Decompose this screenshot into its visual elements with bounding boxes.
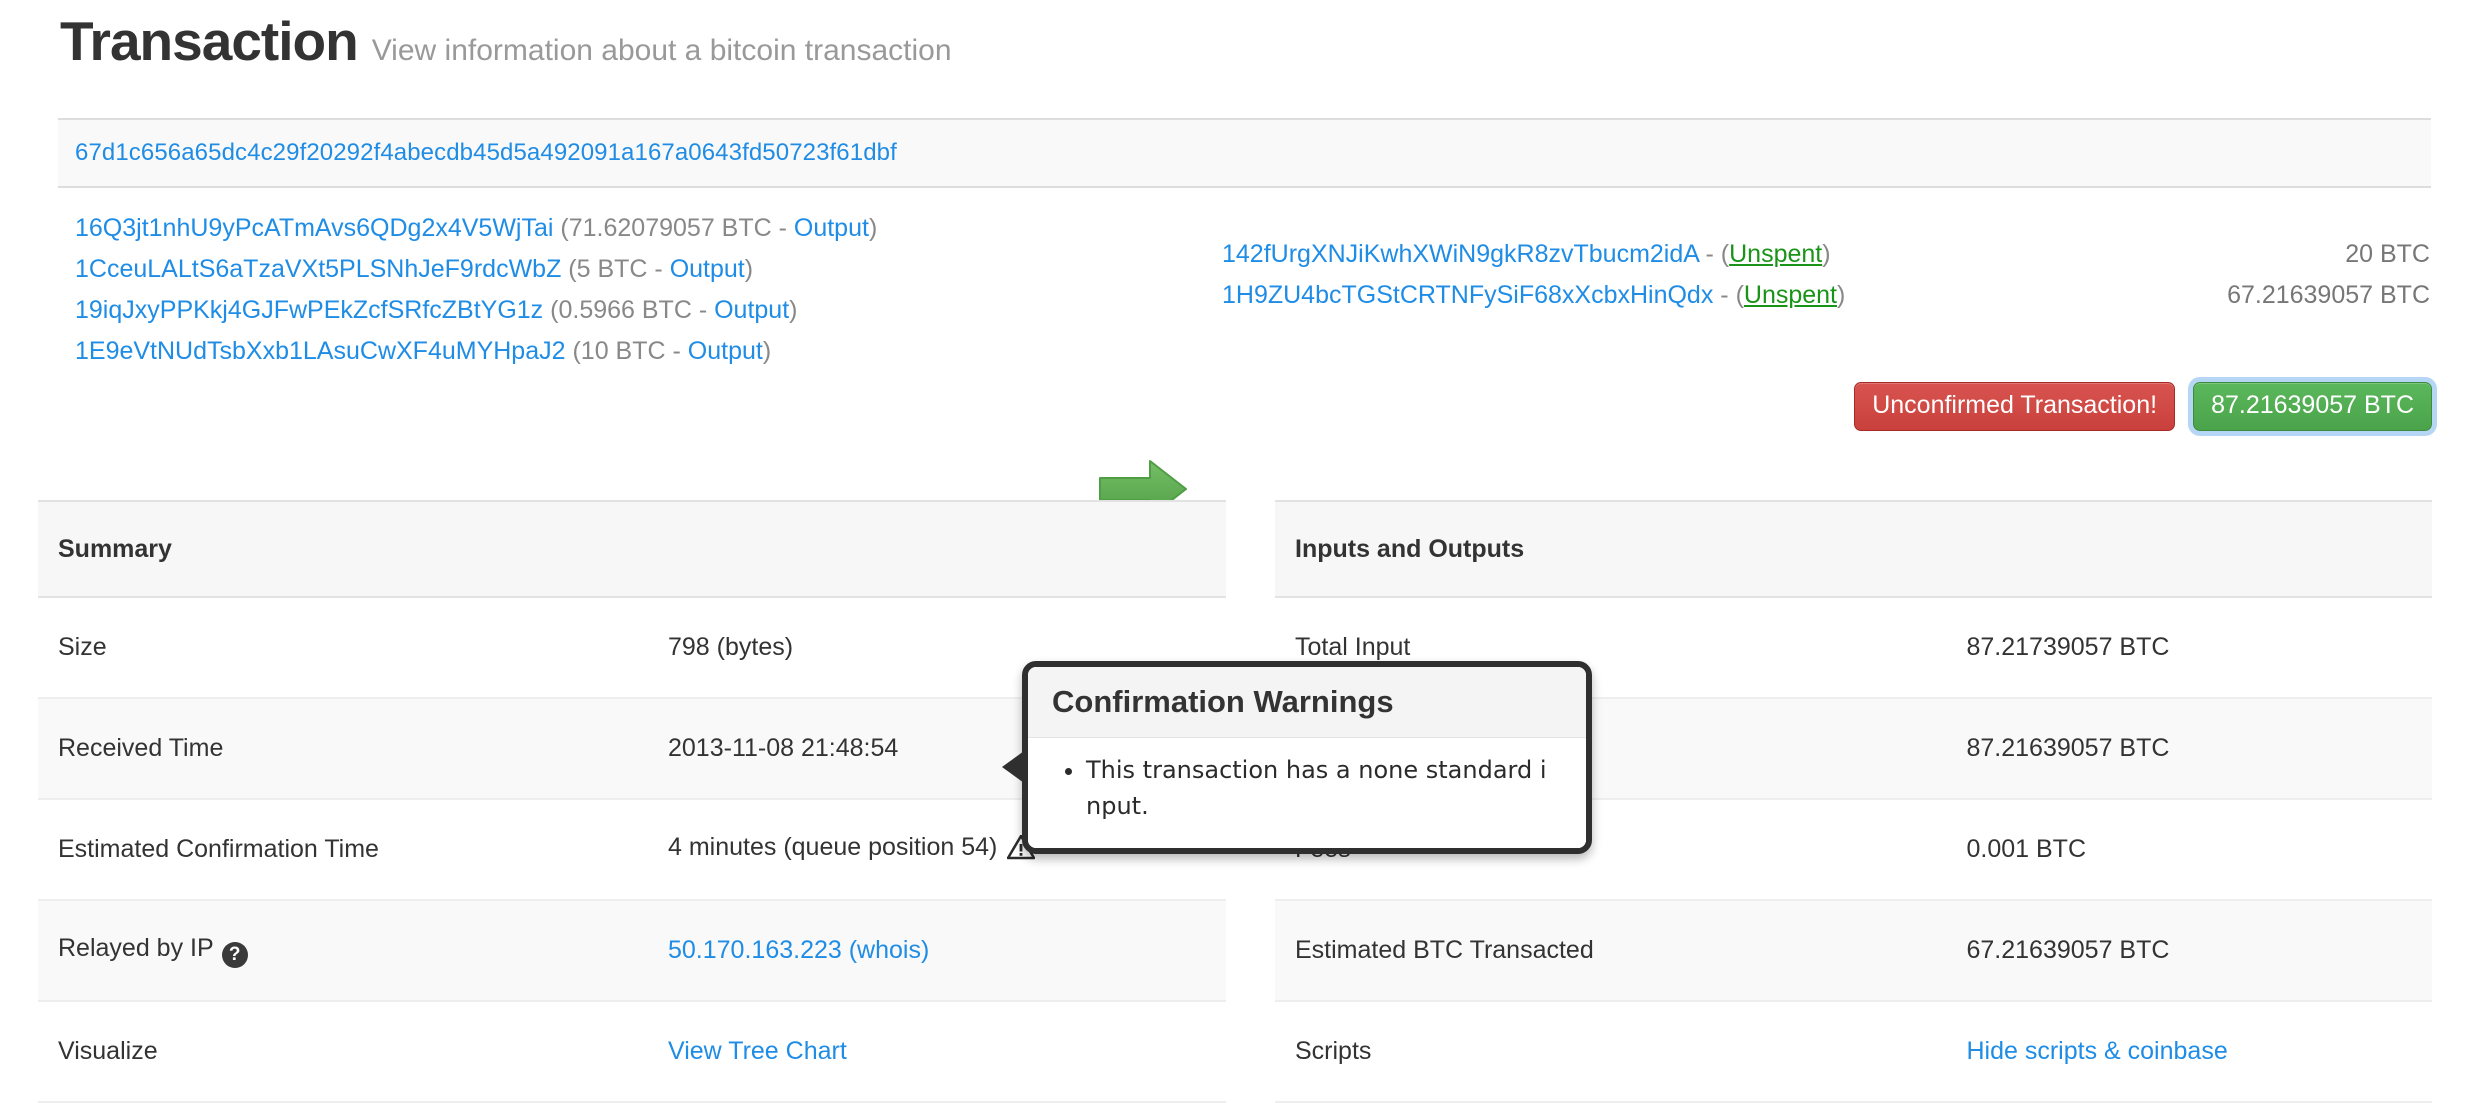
output-close-paren: ) bbox=[1837, 281, 1845, 309]
input-output-link[interactable]: Output bbox=[688, 337, 763, 365]
input-address-link[interactable]: 1CceuLALtS6aTzaVXt5PLSNhJeF9rdcWbZ bbox=[75, 255, 561, 283]
table-row: Estimated BTC Transacted 67.21639057 BTC bbox=[1275, 900, 2432, 1001]
total-amount-badge[interactable]: 87.21639057 BTC bbox=[2193, 382, 2432, 431]
input-close-paren: ) bbox=[745, 255, 753, 283]
inputs-list: 16Q3jt1nhU9yPcATmAvs6QDg2x4V5WjTai (71.6… bbox=[75, 208, 877, 372]
io-value-fees: 0.001 BTC bbox=[1854, 799, 2433, 900]
input-close-paren: ) bbox=[869, 214, 877, 242]
summary-label-received-time: Received Time bbox=[38, 698, 632, 799]
input-close-paren: ) bbox=[763, 337, 771, 365]
transaction-hash-bar: 67d1c656a65dc4c29f20292f4abecdb45d5a4920… bbox=[58, 118, 2431, 188]
io-label-scripts: Scripts bbox=[1275, 1001, 1854, 1102]
input-output-link[interactable]: Output bbox=[794, 214, 869, 242]
badge-row: Unconfirmed Transaction! 87.21639057 BTC bbox=[1854, 382, 2432, 431]
table-row: Scripts Hide scripts & coinbase bbox=[1275, 1001, 2432, 1102]
summary-label-size: Size bbox=[38, 597, 632, 698]
input-meta: (5 BTC - Output) bbox=[568, 255, 753, 283]
tooltip-body: This transaction has a none standard i n… bbox=[1028, 738, 1586, 848]
view-tree-chart-link[interactable]: View Tree Chart bbox=[668, 1037, 847, 1065]
io-value-total-output: 87.21639057 BTC bbox=[1854, 698, 2433, 799]
output-dash: - bbox=[1713, 281, 1735, 309]
page-header: Transaction View information about a bit… bbox=[0, 0, 2470, 69]
output-dash: - bbox=[1699, 240, 1721, 268]
tooltip-warning-item: This transaction has a none standard i n… bbox=[1086, 752, 1560, 824]
input-output-link[interactable]: Output bbox=[714, 296, 789, 324]
output-amount: 67.21639057 BTC bbox=[2227, 275, 2430, 316]
inputs-outputs-panel-title: Inputs and Outputs bbox=[1275, 501, 2432, 597]
input-row: 1E9eVtNUdTsbXxb1LAsuCwXF4uMYHpaJ2 (10 BT… bbox=[75, 331, 877, 372]
input-amount: 0.5966 BTC bbox=[558, 296, 691, 324]
output-open-paren: ( bbox=[1721, 240, 1729, 268]
input-meta: (71.62079057 BTC - Output) bbox=[560, 214, 877, 242]
estimated-confirmation-time-text: 4 minutes (queue position 54) bbox=[668, 833, 997, 861]
input-open-paren: ( bbox=[560, 214, 568, 242]
input-dash: - bbox=[647, 255, 669, 283]
tooltip-warning-list: This transaction has a none standard i n… bbox=[1052, 752, 1560, 824]
input-close-paren: ) bbox=[789, 296, 797, 324]
input-meta: (10 BTC - Output) bbox=[572, 337, 771, 365]
io-label-estimated-btc-transacted: Estimated BTC Transacted bbox=[1275, 900, 1854, 1001]
io-panel-header-row: Inputs and Outputs bbox=[1275, 501, 2432, 597]
summary-label-relayed-by-ip: Relayed by IP? bbox=[38, 900, 632, 1001]
input-amount: 5 BTC bbox=[577, 255, 648, 283]
input-meta: (0.5966 BTC - Output) bbox=[550, 296, 797, 324]
input-dash: - bbox=[692, 296, 714, 324]
confirmation-warnings-tooltip: Confirmation Warnings This transaction h… bbox=[1022, 661, 1592, 854]
page-title: Transaction bbox=[60, 14, 358, 69]
hide-scripts-coinbase-link[interactable]: Hide scripts & coinbase bbox=[1967, 1037, 2228, 1065]
outputs-list: 142fUrgXNJiKwhXWiN9gkR8zvTbucm2idA - (Un… bbox=[1222, 234, 1845, 316]
page-subtitle: View information about a bitcoin transac… bbox=[372, 36, 952, 66]
input-output-link[interactable]: Output bbox=[670, 255, 745, 283]
output-row: 1H9ZU4bcTGStCRTNFySiF68xXcbxHinQdx - (Un… bbox=[1222, 275, 1845, 316]
io-value-estimated-btc-transacted: 67.21639057 BTC bbox=[1854, 900, 2433, 1001]
input-row: 16Q3jt1nhU9yPcATmAvs6QDg2x4V5WjTai (71.6… bbox=[75, 208, 877, 249]
transaction-hash-link[interactable]: 67d1c656a65dc4c29f20292f4abecdb45d5a4920… bbox=[75, 139, 897, 167]
input-dash: - bbox=[666, 337, 688, 365]
relayed-by-ip-text: Relayed by IP bbox=[58, 934, 214, 962]
summary-label-estimated-confirmation-time: Estimated Confirmation Time bbox=[38, 799, 632, 900]
table-row: Relayed by IP? 50.170.163.223 (whois) bbox=[38, 900, 1226, 1001]
output-close-paren: ) bbox=[1822, 240, 1830, 268]
io-value-total-input: 87.21739057 BTC bbox=[1854, 597, 2433, 698]
output-amount: 20 BTC bbox=[2227, 234, 2430, 275]
input-address-link[interactable]: 1E9eVtNUdTsbXxb1LAsuCwXF4uMYHpaJ2 bbox=[75, 337, 566, 365]
summary-panel-title: Summary bbox=[38, 501, 1226, 597]
summary-label-visualize: Visualize bbox=[38, 1001, 632, 1102]
output-open-paren: ( bbox=[1736, 281, 1744, 309]
input-address-link[interactable]: 19iqJxyPPKkj4GJFwPEkZcfSRfcZBtYG1z bbox=[75, 296, 543, 324]
input-row: 1CceuLALtS6aTzaVXt5PLSNhJeF9rdcWbZ (5 BT… bbox=[75, 249, 877, 290]
unconfirmed-transaction-badge[interactable]: Unconfirmed Transaction! bbox=[1854, 382, 2175, 431]
output-status-link[interactable]: Unspent bbox=[1729, 240, 1822, 268]
input-row: 19iqJxyPPKkj4GJFwPEkZcfSRfcZBtYG1z (0.59… bbox=[75, 290, 877, 331]
output-amounts-list: 20 BTC 67.21639057 BTC bbox=[2227, 234, 2430, 316]
tooltip-title: Confirmation Warnings bbox=[1028, 667, 1586, 738]
output-address-link[interactable]: 142fUrgXNJiKwhXWiN9gkR8zvTbucm2idA bbox=[1222, 240, 1699, 268]
input-amount: 71.62079057 BTC bbox=[569, 214, 772, 242]
output-row: 142fUrgXNJiKwhXWiN9gkR8zvTbucm2idA - (Un… bbox=[1222, 234, 1845, 275]
help-icon[interactable]: ? bbox=[222, 942, 248, 968]
output-status-link[interactable]: Unspent bbox=[1744, 281, 1837, 309]
tooltip-arrow bbox=[1002, 751, 1024, 783]
summary-value-relayed-by-ip[interactable]: 50.170.163.223 (whois) bbox=[668, 936, 929, 964]
table-row: Visualize View Tree Chart bbox=[38, 1001, 1226, 1102]
input-address-link[interactable]: 16Q3jt1nhU9yPcATmAvs6QDg2x4V5WjTai bbox=[75, 214, 553, 242]
input-open-paren: ( bbox=[568, 255, 576, 283]
summary-panel-header-row: Summary bbox=[38, 501, 1226, 597]
input-amount: 10 BTC bbox=[581, 337, 666, 365]
output-address-link[interactable]: 1H9ZU4bcTGStCRTNFySiF68xXcbxHinQdx bbox=[1222, 281, 1713, 309]
input-open-paren: ( bbox=[572, 337, 580, 365]
input-dash: - bbox=[772, 214, 794, 242]
